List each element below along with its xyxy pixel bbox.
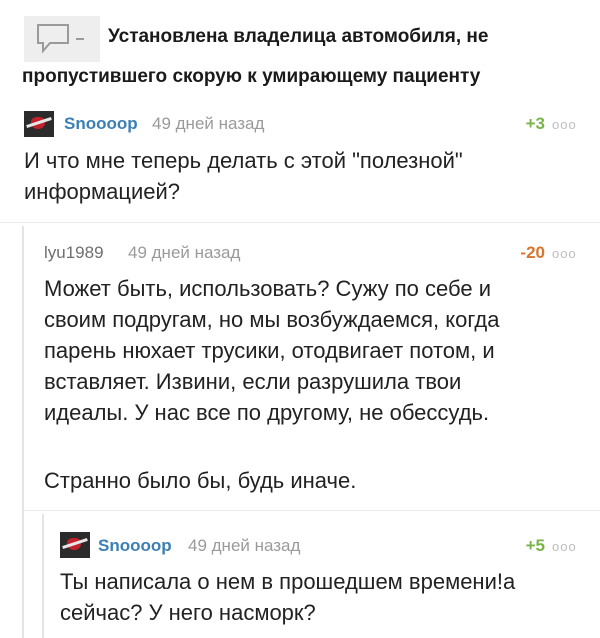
post-title[interactable]: Установлена владелица автомобиля, не [108,26,488,48]
avatar[interactable] [60,532,90,558]
comment-text-line: сейчас? У него насморк? [60,600,316,625]
comment-text-line: Может быть, использовать? Сужу по себе и [44,276,492,301]
comment-text-line: информацией? [24,179,181,204]
more-options-icon[interactable]: ооо [552,117,577,132]
more-options-icon[interactable]: ооо [552,246,577,261]
comment-text-line: парень нюхает трусики, отодвигает потом,… [44,338,495,363]
thread-line[interactable] [42,514,44,638]
comment-text-line: И что мне теперь делать с этой "полезной… [24,148,463,173]
comment-author[interactable]: Snoooop [64,114,138,134]
comment-author[interactable]: Snoooop [98,536,172,556]
comment-rating: -20 [520,243,545,262]
comment-time: 49 дней назад [152,114,265,133]
comment-text-line: Ты написала о нем в прошедшем времени!а [60,569,516,594]
avatar[interactable] [24,111,54,137]
comment-rating: +5 [525,536,545,555]
comment-text-line: вставляет. Извини, если разрушила твои [44,369,462,394]
comment-time: 49 дней назад [188,536,301,555]
divider [24,510,600,511]
comment-text-line: своим подругам, но мы возбуждаемся, когд… [44,307,500,332]
comment-text-line: идеалы. У нас все по другому, не обессуд… [44,400,490,425]
comment-rating: +3 [525,114,545,133]
thread-line[interactable] [22,226,24,638]
comment-time: 49 дней назад [128,243,241,262]
comment-bubble-icon[interactable] [24,16,100,62]
post-header: Установлена владелица автомобиля, не про… [0,0,600,98]
comment-author[interactable]: lyu1989 [44,243,104,263]
comment-text-line: Странно было бы, будь иначе. [44,468,357,493]
more-options-icon[interactable]: ооо [552,539,577,554]
post-title-continued[interactable]: пропустившего скорую к умирающему пациен… [22,66,480,88]
divider [0,222,600,223]
